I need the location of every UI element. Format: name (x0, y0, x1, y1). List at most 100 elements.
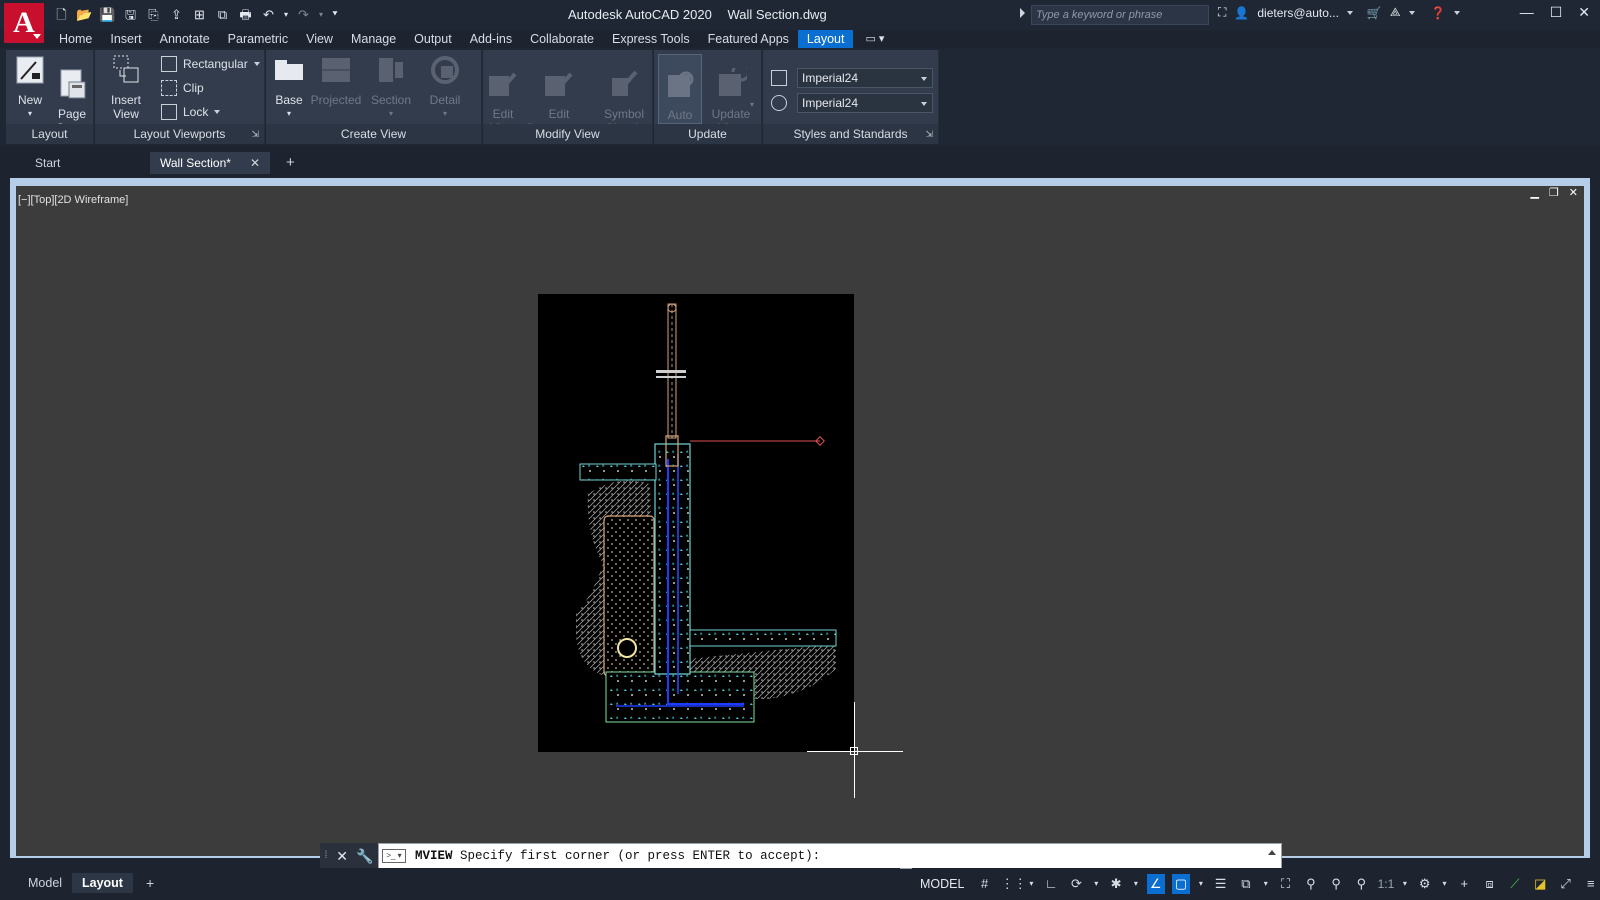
add-layout-button[interactable]: + (136, 873, 164, 893)
isolate-objects-icon[interactable]: ◪ (1531, 874, 1549, 894)
base-view-button[interactable]: Base ▾ (270, 54, 308, 121)
command-line-grip-icon[interactable]: ⁞ (320, 843, 332, 869)
grid-icon[interactable]: # (975, 874, 993, 894)
plot-icon[interactable]: 🖶 (236, 5, 255, 24)
minimize-icon[interactable]: ▁ (1530, 186, 1538, 199)
save-icon[interactable]: 💾 (98, 5, 117, 24)
undo-dropdown-icon[interactable]: ▾ (282, 5, 290, 24)
app-menu-button[interactable]: A (4, 3, 44, 43)
chevron-down-icon[interactable] (214, 110, 221, 114)
transparency-icon[interactable]: ⧉ (1237, 874, 1255, 894)
isodraft-dropdown-icon[interactable]: ▾ (1132, 874, 1139, 894)
quick-view-icon[interactable]: ⛶ (1276, 874, 1294, 894)
tab-view[interactable]: View (297, 30, 342, 48)
close-icon[interactable]: ✕ (1569, 186, 1578, 199)
object-snap-tracking-icon[interactable]: ∠ (1146, 874, 1165, 894)
tab-output[interactable]: Output (405, 30, 461, 48)
tab-collaborate[interactable]: Collaborate (521, 30, 603, 48)
annotation-scale-icon[interactable]: ⚲ (1352, 874, 1370, 894)
annotation-monitor-icon[interactable]: + (1455, 874, 1473, 894)
tab-parametric[interactable]: Parametric (219, 30, 297, 48)
maximize-icon[interactable]: ☐ (1550, 4, 1563, 21)
save-as-icon[interactable]: 🖫 (121, 5, 140, 24)
isodraft-icon[interactable]: ✱ (1107, 874, 1125, 894)
open-folder-icon[interactable]: 📂 (75, 5, 94, 24)
new-file-icon[interactable]: 🗋 (52, 5, 71, 24)
section-view-button[interactable]: Section ▾ (366, 54, 416, 121)
lineweight-icon[interactable]: ☰ (1211, 874, 1229, 894)
chevron-down-icon[interactable]: ▾ (750, 100, 754, 109)
clip-viewport-button[interactable]: Clip (161, 80, 204, 96)
polar-tracking-icon[interactable]: ⟳ (1067, 874, 1085, 894)
units-icon[interactable]: ⧈ (1480, 874, 1498, 894)
share-icon[interactable]: ⧉ (213, 5, 232, 24)
workspace-dropdown-icon[interactable]: ▾ (1441, 874, 1448, 894)
tab-add-ins[interactable]: Add-ins (461, 30, 521, 48)
new-layout-button[interactable]: New ▾ (12, 54, 48, 121)
detail-view-button[interactable]: Detail ▾ (420, 54, 470, 121)
dialog-launcher-icon[interactable]: ⇲ (251, 129, 259, 140)
tab-insert[interactable]: Insert (101, 30, 150, 48)
projected-view-button[interactable]: Projected (308, 54, 364, 107)
close-icon[interactable]: ✕ (1578, 4, 1590, 21)
rectangular-viewport-button[interactable]: Rectangular (161, 56, 260, 72)
drawing-canvas[interactable]: [−][Top][2D Wireframe] ▁ ❐ ✕ (16, 186, 1584, 856)
close-icon[interactable]: ✕ (250, 152, 260, 174)
object-snap-icon[interactable]: ▢ (1171, 874, 1191, 894)
user-name[interactable]: dieters@auto... (1257, 6, 1339, 20)
snap-icon[interactable]: ⋮⋮ (1001, 874, 1027, 894)
tab-layout[interactable]: Layout (797, 30, 854, 48)
help-icon[interactable]: ❓ (1431, 6, 1446, 20)
model-space-toggle[interactable]: MODEL (916, 877, 968, 891)
wrench-icon[interactable]: 🔧 (356, 848, 373, 865)
tab-featured-apps[interactable]: Featured Apps (699, 30, 798, 48)
tab-home[interactable]: Home (50, 30, 101, 48)
command-input[interactable]: >_ ▾ MVIEW Specify first corner (or pres… (378, 843, 1282, 869)
polar-dropdown-icon[interactable]: ▾ (1093, 874, 1100, 894)
tab-annotate[interactable]: Annotate (151, 30, 219, 48)
binoculars-icon[interactable]: ⛶ (1218, 5, 1226, 20)
search-input[interactable]: Type a keyword or phrase (1031, 5, 1209, 25)
command-history-icon[interactable]: >_ ▾ (382, 849, 406, 863)
close-icon[interactable]: ✕ (336, 848, 348, 865)
redo-icon[interactable]: ↷ (294, 5, 313, 24)
chevron-down-icon[interactable] (253, 62, 260, 66)
annotation-visibility-icon[interactable]: ⚲ (1302, 874, 1320, 894)
selection-cycling-icon[interactable]: ▾ (1262, 874, 1269, 894)
insert-view-button[interactable]: Insert View ▾ (97, 54, 155, 135)
snap-dropdown-icon[interactable]: ▾ (1028, 874, 1035, 894)
customize-status-bar-icon[interactable]: ≡ (1582, 874, 1600, 894)
clean-screen-icon[interactable]: ⤢ (1556, 874, 1574, 894)
lock-viewport-button[interactable]: Lock (161, 104, 221, 120)
chevron-down-icon[interactable] (1346, 10, 1353, 15)
publish-icon[interactable]: ⇪ (167, 5, 186, 24)
tab-wall-section[interactable]: Wall Section* ✕ (150, 152, 270, 174)
chevron-up-icon[interactable] (1268, 850, 1276, 855)
auto-update-button[interactable]: Auto Update (658, 54, 702, 136)
workspace-gear-icon[interactable]: ⚙ (1416, 874, 1434, 894)
quick-properties-icon[interactable]: ⟋ (1506, 874, 1524, 894)
new-tab-button[interactable]: + (276, 152, 302, 174)
object-snap-dropdown-icon[interactable]: ▾ (1197, 874, 1204, 894)
restore-icon[interactable]: ❐ (1549, 186, 1559, 199)
sheet-set-icon[interactable]: ⊞ (190, 5, 209, 24)
ribbon-display-toggle-icon[interactable]: ▭ ▾ (865, 30, 895, 48)
chevron-down-icon[interactable] (1408, 10, 1415, 15)
autodesk-app-icon[interactable]: ⟁ (1390, 5, 1401, 20)
scale-dropdown-icon[interactable]: ▾ (1401, 874, 1408, 894)
dialog-launcher-icon[interactable]: ⇲ (925, 129, 933, 140)
customize-toolbar-icon[interactable]: ⯆ (329, 5, 341, 24)
standard-dropdown-2[interactable]: Imperial24 (797, 93, 933, 113)
cart-icon[interactable]: 🛒 (1367, 6, 1382, 20)
standard-dropdown-1[interactable]: Imperial24 (797, 68, 933, 88)
viewport-controls-label[interactable]: [−][Top][2D Wireframe] (18, 194, 128, 206)
tab-model[interactable]: Model (18, 873, 72, 893)
tab-manage[interactable]: Manage (342, 30, 405, 48)
export-icon[interactable]: ⎘ (144, 5, 163, 24)
user-icon[interactable]: 👤 (1234, 6, 1249, 20)
minimize-icon[interactable]: — (1520, 4, 1534, 21)
auto-scale-icon[interactable]: ⚲ (1327, 874, 1345, 894)
chevron-down-icon[interactable] (1453, 10, 1460, 15)
tab-layout-sheet[interactable]: Layout (72, 873, 133, 893)
tab-start[interactable]: Start (25, 152, 137, 174)
